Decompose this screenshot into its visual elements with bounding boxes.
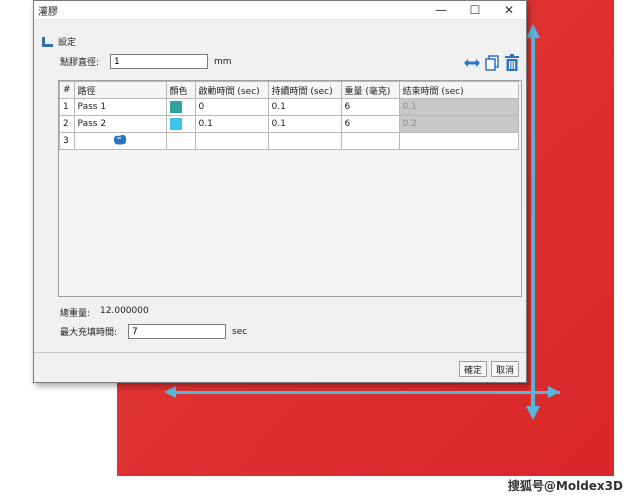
close-button[interactable]: ✕ [492, 1, 526, 20]
max-fill-input[interactable] [128, 324, 226, 339]
duration-cell[interactable] [267, 132, 342, 150]
copy-icon[interactable] [485, 54, 499, 71]
col-header-start[interactable]: 啟動時間 (sec) [194, 81, 269, 99]
table-row[interactable]: 1 Pass 1 0 0.1 6 0.1 [59, 98, 519, 116]
watermark: 搜狐号@Moldex3D [507, 479, 623, 493]
header-row: # 路徑 顏色 啟動時間 (sec) 持續時間 (sec) 重量 (毫克) 結束… [59, 81, 519, 99]
diameter-label: 點膠直徑: [60, 58, 100, 68]
path-cell[interactable]: Pass 2 [73, 115, 167, 133]
y-axis-line [531, 30, 535, 410]
end-cell [398, 132, 519, 150]
minimize-button[interactable]: — [424, 1, 458, 20]
end-cell: 0.2 [398, 115, 519, 133]
color-cell[interactable] [165, 132, 196, 150]
table-row[interactable]: 3 [59, 132, 519, 150]
row-number: 3 [59, 132, 75, 150]
dispensing-dialog: 灌膠 — ☐ ✕ 設定 點膠直徑: mm [33, 0, 527, 383]
path-cell[interactable] [73, 132, 167, 150]
settings-label: 設定 [58, 38, 77, 48]
total-weight-row: 總重量: 12.000000 [60, 306, 149, 319]
color-swatch[interactable] [169, 118, 182, 130]
axis-arrow-left-icon [164, 386, 176, 398]
weight-cell[interactable]: 6 [340, 98, 400, 116]
footer-divider [34, 352, 526, 353]
settings-icon [42, 36, 53, 47]
trash-icon[interactable] [504, 54, 520, 71]
end-cell: 0.1 [398, 98, 519, 116]
ok-button[interactable]: 確定 [458, 361, 487, 377]
diameter-unit: mm [214, 56, 232, 67]
title-bar[interactable]: 灌膠 — ☐ ✕ [34, 1, 526, 20]
footer-buttons: 確定 取消 [458, 361, 519, 377]
axis-arrow-up-icon [526, 24, 540, 38]
row-number: 1 [59, 98, 75, 116]
color-swatch[interactable] [169, 101, 182, 113]
axis-arrow-down-icon [526, 406, 540, 420]
window-title: 灌膠 [38, 6, 58, 18]
cancel-button[interactable]: 取消 [490, 361, 519, 377]
pass-table: # 路徑 顏色 啟動時間 (sec) 持續時間 (sec) 重量 (毫克) 結束… [59, 81, 519, 150]
diameter-row: 點膠直徑: mm [60, 54, 232, 69]
max-fill-label: 最大充填時間: [60, 328, 118, 338]
col-header-num[interactable]: # [59, 81, 75, 99]
pick-path-hand-icon[interactable] [113, 134, 127, 145]
col-header-color[interactable]: 顏色 [165, 81, 196, 99]
col-header-path[interactable]: 路徑 [73, 81, 167, 99]
duration-cell[interactable]: 0.1 [267, 98, 342, 116]
max-fill-row: 最大充填時間: sec [60, 324, 247, 339]
start-cell[interactable] [194, 132, 269, 150]
diameter-input[interactable] [110, 54, 208, 69]
col-header-duration[interactable]: 持續時間 (sec) [267, 81, 342, 99]
col-header-weight[interactable]: 重量 (毫克) [340, 81, 400, 99]
maximize-button[interactable]: ☐ [458, 1, 492, 20]
color-cell[interactable] [165, 115, 196, 133]
color-cell[interactable] [165, 98, 196, 116]
weight-cell[interactable]: 6 [340, 115, 400, 133]
row-number: 2 [59, 115, 75, 133]
max-fill-unit: sec [232, 326, 248, 337]
total-weight-label: 總重量: [60, 309, 91, 319]
settings-section-header: 設定 [42, 35, 76, 48]
axis-arrow-right-icon [548, 386, 560, 398]
weight-cell[interactable] [340, 132, 400, 150]
pass-grid: # 路徑 顏色 啟動時間 (sec) 持續時間 (sec) 重量 (毫克) 結束… [58, 80, 522, 297]
col-header-end[interactable]: 結束時間 (sec) [398, 81, 519, 99]
start-cell[interactable]: 0.1 [194, 115, 269, 133]
x-axis-line [170, 391, 560, 394]
screen: 搜狐号@Moldex3D 灌膠 — ☐ ✕ 設定 點膠直徑: mm [0, 0, 631, 500]
grid-toolbar [464, 54, 520, 71]
total-weight-value: 12.000000 [100, 306, 149, 316]
path-cell[interactable]: Pass 1 [73, 98, 167, 116]
table-row[interactable]: 2 Pass 2 0.1 0.1 6 0.2 [59, 115, 519, 133]
swap-arrows-icon[interactable] [464, 58, 480, 68]
start-cell[interactable]: 0 [194, 98, 269, 116]
duration-cell[interactable]: 0.1 [267, 115, 342, 133]
